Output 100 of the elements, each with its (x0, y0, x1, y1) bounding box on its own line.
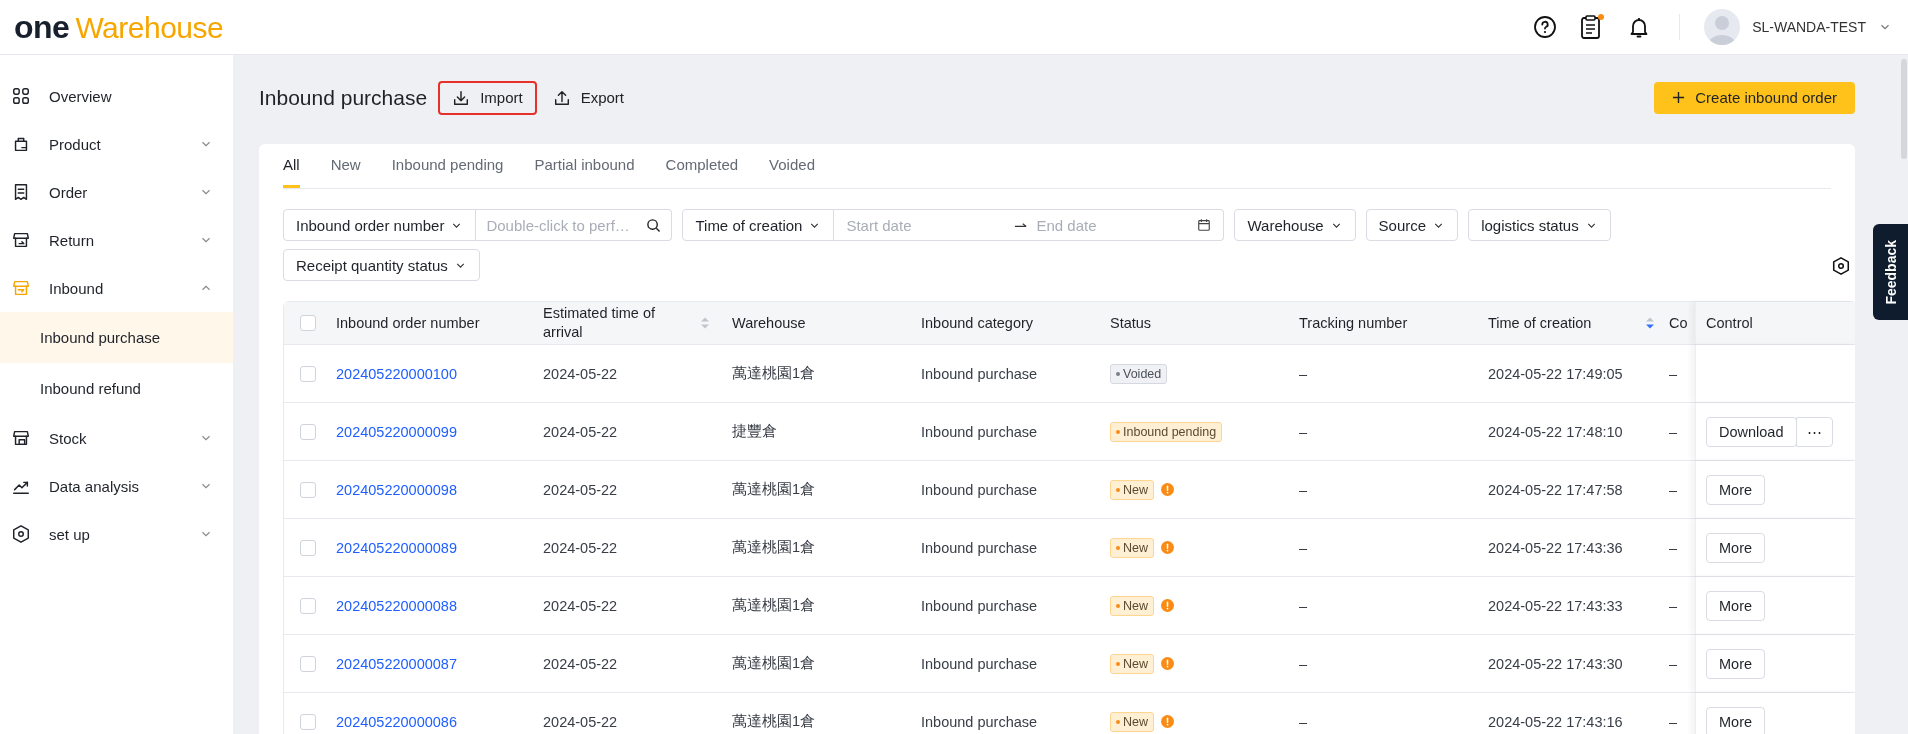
sidebar-item[interactable]: Inbound (0, 264, 233, 312)
table-cell: Inbound purchase (921, 365, 1038, 382)
filter-dropdown[interactable]: Time of creation (682, 209, 835, 241)
filter-dropdown[interactable]: Inbound order number (283, 209, 477, 241)
sidebar-subitem[interactable]: Inbound refund (0, 363, 233, 414)
status-tag: New (1110, 595, 1154, 616)
filter-dropdown[interactable]: Source (1365, 209, 1459, 241)
table-cell: – (1669, 423, 1678, 440)
sort-icon[interactable] (700, 316, 710, 330)
store-icon (11, 428, 31, 448)
order-number-link[interactable]: 202405220000098 (336, 481, 457, 498)
page-title: Inbound purchase (259, 85, 428, 110)
table-cell: – (1299, 713, 1308, 730)
table-cell: – (1299, 597, 1308, 614)
table-cell: 2024-05-22 (543, 597, 618, 614)
checkbox[interactable] (300, 481, 316, 498)
more-button[interactable]: More (1706, 648, 1766, 679)
hexagon-settings-icon (11, 524, 31, 544)
date-range-field[interactable]: Start date End date (834, 209, 1225, 241)
order-number-link[interactable]: 202405220000089 (336, 539, 457, 556)
sidebar-item[interactable]: Order (0, 168, 233, 216)
search-field[interactable]: Double-click to perf… (476, 209, 673, 241)
logo[interactable]: one Warehouse (14, 8, 224, 46)
tab[interactable]: Inbound pending (391, 144, 504, 188)
tab[interactable]: Voided (769, 144, 815, 188)
table-cell: – (1669, 597, 1678, 614)
search-icon[interactable] (646, 217, 662, 233)
export-button[interactable]: Export (538, 80, 638, 115)
table-cell: 2024-05-22 (543, 423, 618, 440)
more-button[interactable]: More (1706, 474, 1766, 505)
sidebar-item[interactable]: Return (0, 216, 233, 264)
checkbox[interactable] (300, 365, 316, 382)
table-cell: – (1299, 365, 1308, 382)
sidebar-item[interactable]: Overview (0, 72, 233, 120)
table-cell: 2024-05-22 (543, 713, 618, 730)
store-inbound-icon (11, 278, 31, 298)
table-cell: – (1669, 539, 1678, 556)
checkbox[interactable] (300, 423, 316, 440)
checkbox[interactable] (300, 597, 316, 614)
sidebar-item[interactable]: set up (0, 510, 233, 558)
table-cell: – (1299, 655, 1308, 672)
scrollbar-thumb[interactable] (1901, 59, 1907, 159)
checkbox[interactable] (300, 655, 316, 672)
feedback-tab[interactable]: Feedback (1873, 224, 1908, 320)
table-cell: 捷豐倉 (732, 422, 777, 441)
start-date-input[interactable]: Start date (846, 216, 1007, 234)
create-inbound-order-button[interactable]: Create inbound order (1654, 81, 1855, 114)
import-button[interactable]: Import (438, 80, 537, 115)
store-return-icon (11, 230, 31, 250)
table-cell: 萬達桃園1倉 (732, 596, 816, 615)
user-name[interactable]: SL-WANDA-TEST (1752, 19, 1866, 35)
column-header: Time of creation (1488, 315, 1592, 331)
download-button[interactable]: Download (1706, 416, 1797, 447)
help-icon[interactable] (1533, 15, 1558, 39)
table-cell: 萬達桃園1倉 (732, 538, 816, 557)
order-number-link[interactable]: 202405220000100 (336, 365, 457, 382)
order-number-link[interactable]: 202405220000086 (336, 713, 457, 730)
status-tag: Inbound pending (1110, 421, 1223, 442)
calendar-icon[interactable] (1197, 218, 1212, 232)
column-header: Inbound category (921, 315, 1034, 331)
column-header: Control (1706, 315, 1753, 331)
tab[interactable]: New (330, 144, 361, 188)
filter-dropdown[interactable]: Warehouse (1234, 209, 1356, 241)
table-cell: – (1669, 713, 1678, 730)
table-cell: 2024-05-22 17:43:30 (1488, 655, 1623, 672)
settings-icon[interactable] (1831, 256, 1851, 276)
table-cell: Inbound purchase (921, 597, 1038, 614)
column-header: Warehouse (732, 315, 806, 331)
sidebar-subitem[interactable]: Inbound purchase (0, 312, 233, 363)
tab[interactable]: Completed (665, 144, 739, 188)
tab[interactable]: Partial inbound (534, 144, 635, 188)
table-cell: – (1669, 481, 1678, 498)
end-date-input[interactable]: End date (1036, 216, 1190, 234)
sidebar-item[interactable]: Data analysis (0, 462, 233, 510)
upload-icon (552, 88, 571, 107)
order-number-link[interactable]: 202405220000087 (336, 655, 457, 672)
clipboard-icon[interactable] (1579, 13, 1606, 41)
more-button[interactable]: More (1706, 590, 1766, 621)
checkbox[interactable] (300, 713, 316, 730)
search-input[interactable]: Double-click to perf… (486, 216, 647, 234)
avatar[interactable] (1704, 9, 1741, 45)
column-header: Co (1669, 315, 1688, 331)
table-cell: – (1299, 539, 1308, 556)
sidebar-item[interactable]: Stock (0, 414, 233, 462)
more-button[interactable]: More (1706, 706, 1766, 734)
checkbox[interactable] (300, 539, 316, 556)
column-header: Status (1110, 315, 1152, 331)
more-options-button[interactable]: ⋯ (1795, 416, 1833, 447)
column-header: Tracking number (1299, 315, 1408, 331)
table-cell: 2024-05-22 (543, 481, 618, 498)
sort-icon[interactable] (1645, 316, 1655, 330)
tab[interactable]: All (283, 144, 300, 188)
table-cell: – (1299, 423, 1308, 440)
more-button[interactable]: More (1706, 532, 1766, 563)
order-number-link[interactable]: 202405220000088 (336, 597, 457, 614)
filter-dropdown[interactable]: logistics status (1468, 209, 1611, 241)
order-number-link[interactable]: 202405220000099 (336, 423, 457, 440)
sidebar-item[interactable]: Product (0, 120, 233, 168)
filter-dropdown[interactable]: Receipt quantity status (283, 249, 480, 281)
checkbox[interactable] (300, 315, 316, 331)
